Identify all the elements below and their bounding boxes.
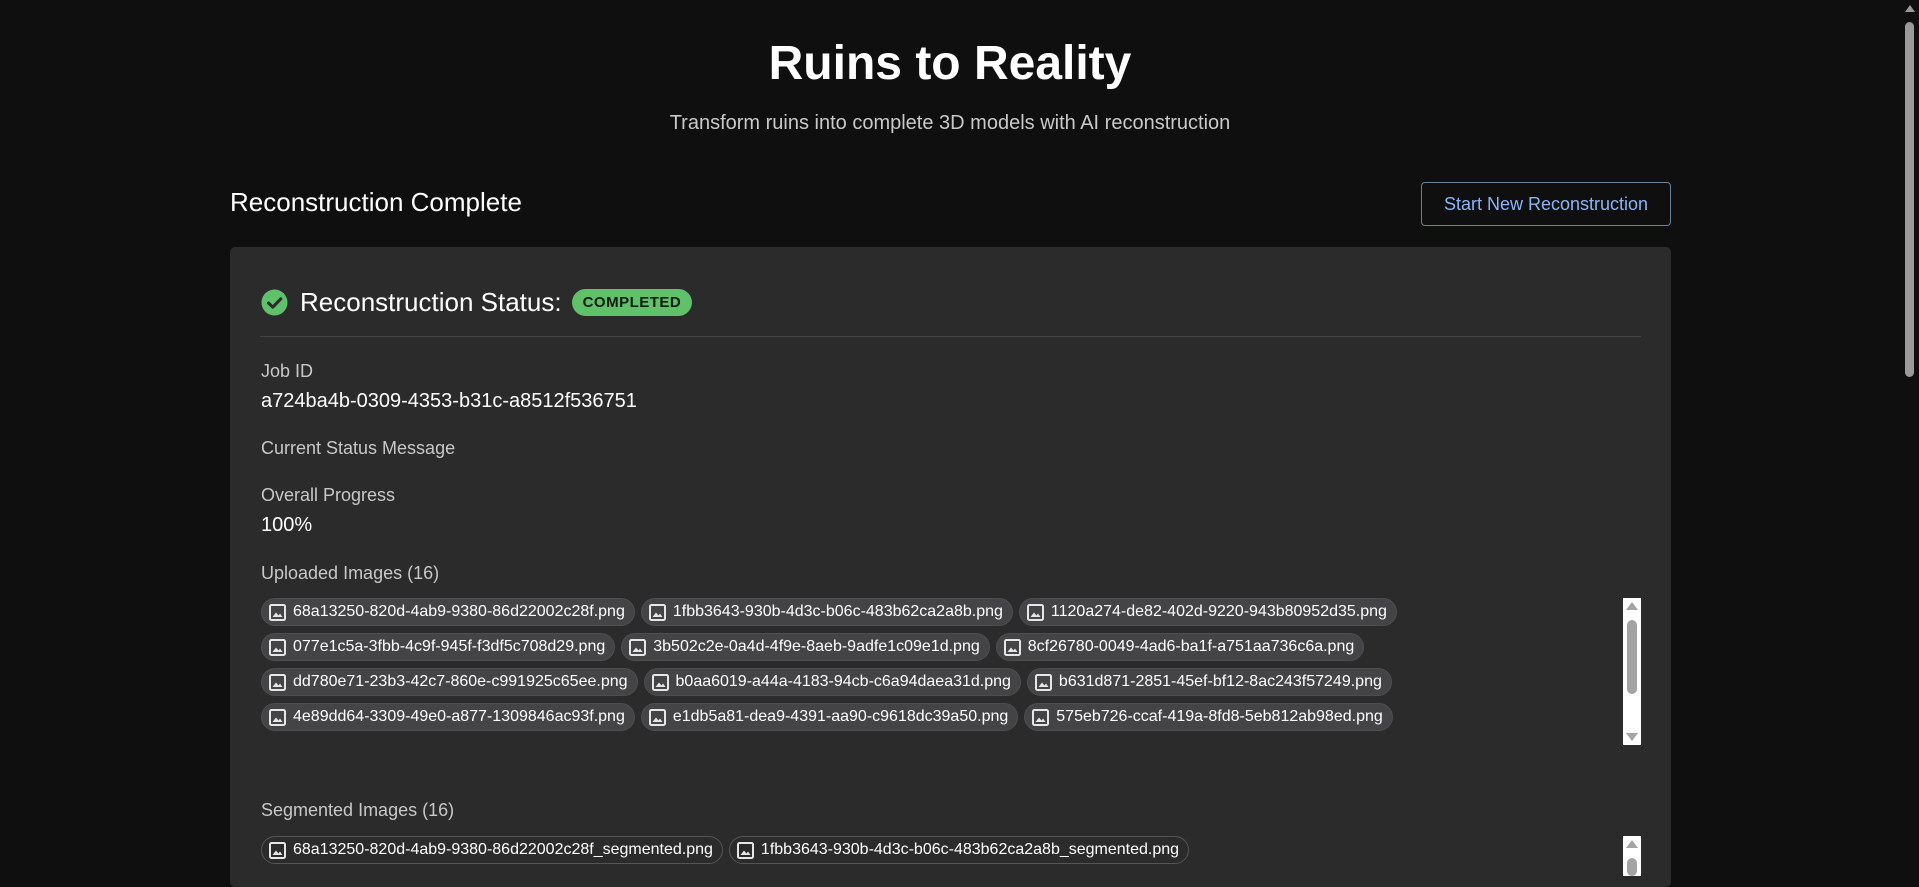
- check-circle-icon: [261, 289, 288, 316]
- image-filename: 68a13250-820d-4ab9-9380-86d22002c28f.png: [293, 603, 625, 620]
- page-scroll-up-icon[interactable]: [1905, 5, 1915, 12]
- segmented-images-list[interactable]: 68a13250-820d-4ab9-9380-86d22002c28f_seg…: [261, 836, 1641, 876]
- page-scrollbar[interactable]: [1900, 0, 1919, 865]
- status-badge: COMPLETED: [571, 288, 693, 316]
- overall-progress-label: Overall Progress: [261, 485, 396, 505]
- scroll-up-arrow-icon[interactable]: [1626, 602, 1638, 610]
- image-chip[interactable]: 077e1c5a-3fbb-4c9f-945f-f3df5c708d29.png: [261, 633, 616, 661]
- image-icon: [1026, 603, 1044, 621]
- image-chip[interactable]: b0aa6019-a44a-4183-94cb-c6a94daea31d.png: [643, 668, 1021, 696]
- scroll-thumb[interactable]: [1627, 620, 1637, 694]
- section-heading: Reconstruction Complete: [230, 187, 522, 217]
- image-filename: dd780e71-23b3-42c7-860e-c991925c65ee.png: [293, 673, 628, 690]
- image-chip[interactable]: 1fbb3643-930b-4d3c-b06c-483b62ca2a8b_seg…: [728, 836, 1190, 864]
- image-filename: 4e89dd64-3309-49e0-a877-1309846ac93f.png: [293, 708, 625, 725]
- image-filename: 1fbb3643-930b-4d3c-b06c-483b62ca2a8b_seg…: [760, 841, 1180, 858]
- divider: [260, 336, 1641, 337]
- image-chip[interactable]: e1db5a81-dea9-4391-aa90-c9618dc39a50.png: [640, 703, 1019, 731]
- image-icon: [269, 603, 286, 621]
- image-chip[interactable]: 68a13250-820d-4ab9-9380-86d22002c28f_seg…: [261, 836, 723, 864]
- job-id-label: Job ID: [261, 361, 314, 381]
- image-chip[interactable]: 1120a274-de82-402d-9220-943b80952d35.png: [1018, 598, 1397, 626]
- image-icon: [1003, 638, 1021, 656]
- image-chip[interactable]: 3b502c2e-0a4d-4f9e-8aeb-9adfe1c09e1d.png: [621, 633, 990, 661]
- image-chip[interactable]: dd780e71-23b3-42c7-860e-c991925c65ee.png: [261, 668, 638, 696]
- uploaded-chip-list: 68a13250-820d-4ab9-9380-86d22002c28f.png…: [261, 598, 1621, 731]
- image-filename: 575eb726-ccaf-419a-8fd8-5eb812ab98ed.png: [1056, 708, 1383, 725]
- image-icon: [1032, 708, 1050, 726]
- image-icon: [269, 673, 286, 691]
- job-id-value: a724ba4b-0309-4353-b31c-a8512f536751: [261, 390, 637, 412]
- scroll-thumb[interactable]: [1627, 858, 1637, 876]
- image-chip[interactable]: 68a13250-820d-4ab9-9380-86d22002c28f.png: [261, 598, 635, 626]
- uploaded-images-list[interactable]: 68a13250-820d-4ab9-9380-86d22002c28f.png…: [261, 598, 1641, 745]
- image-filename: 1120a274-de82-402d-9220-943b80952d35.png: [1050, 603, 1387, 620]
- image-icon: [269, 841, 286, 859]
- image-icon: [648, 603, 666, 621]
- image-filename: e1db5a81-dea9-4391-aa90-c9618dc39a50.png: [672, 708, 1009, 725]
- image-chip[interactable]: 575eb726-ccaf-419a-8fd8-5eb812ab98ed.png: [1024, 703, 1393, 731]
- image-icon: [648, 708, 666, 726]
- image-filename: 8cf26780-0049-4ad6-ba1f-a751aa736c6a.png: [1027, 638, 1355, 655]
- segmented-chip-list: 68a13250-820d-4ab9-9380-86d22002c28f_seg…: [261, 836, 1621, 864]
- page-scroll-thumb[interactable]: [1905, 22, 1914, 377]
- scroll-up-arrow-icon[interactable]: [1626, 840, 1638, 848]
- image-icon: [736, 841, 754, 859]
- image-filename: 1fbb3643-930b-4d3c-b06c-483b62ca2a8b.png: [672, 603, 1003, 620]
- status-label: Reconstruction Status:: [300, 286, 562, 317]
- segmented-scrollbar[interactable]: [1623, 836, 1641, 876]
- uploaded-scrollbar[interactable]: [1623, 598, 1641, 745]
- status-row: Reconstruction Status: COMPLETED: [261, 284, 693, 320]
- image-icon: [269, 708, 286, 726]
- image-filename: b631d871-2851-45ef-bf12-8ac243f57249.png: [1058, 673, 1382, 690]
- image-chip[interactable]: 4e89dd64-3309-49e0-a877-1309846ac93f.png: [261, 703, 635, 731]
- image-filename: 077e1c5a-3fbb-4c9f-945f-f3df5c708d29.png: [293, 638, 606, 655]
- start-new-reconstruction-button[interactable]: Start New Reconstruction: [1421, 182, 1671, 226]
- image-filename: b0aa6019-a44a-4183-94cb-c6a94daea31d.png: [675, 673, 1011, 690]
- app-title: Ruins to Reality: [768, 37, 1132, 90]
- scroll-down-arrow-icon[interactable]: [1626, 733, 1638, 741]
- image-chip[interactable]: 8cf26780-0049-4ad6-ba1f-a751aa736c6a.png: [995, 633, 1365, 661]
- status-message-label: Current Status Message: [261, 438, 456, 458]
- image-icon: [1034, 673, 1052, 691]
- status-card: Reconstruction Status: COMPLETED Job ID …: [230, 247, 1671, 887]
- image-icon: [629, 638, 647, 656]
- image-filename: 3b502c2e-0a4d-4f9e-8aeb-9adfe1c09e1d.png: [653, 638, 980, 655]
- app-subtitle: Transform ruins into complete 3D models …: [669, 112, 1231, 134]
- image-filename: 68a13250-820d-4ab9-9380-86d22002c28f_seg…: [293, 841, 713, 858]
- segmented-images-label: Segmented Images (16): [261, 800, 455, 820]
- image-icon: [651, 673, 669, 691]
- uploaded-images-label: Uploaded Images (16): [261, 563, 440, 583]
- image-chip[interactable]: 1fbb3643-930b-4d3c-b06c-483b62ca2a8b.png: [640, 598, 1013, 626]
- image-icon: [269, 638, 286, 656]
- image-chip[interactable]: b631d871-2851-45ef-bf12-8ac243f57249.png: [1026, 668, 1392, 696]
- overall-progress-value: 100%: [261, 514, 313, 536]
